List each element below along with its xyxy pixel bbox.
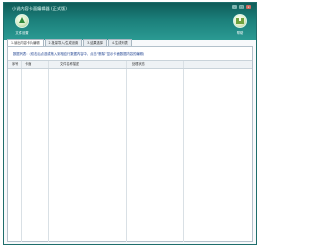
title-bar: 小说内容卡面编辑器 (正式版) - □ x 文件设置 帮助 [4,3,256,40]
file-settings-label: 文件设置 [15,31,29,35]
minimize-button[interactable]: - [232,5,237,9]
col-header-status[interactable]: 处理状态 [132,61,145,68]
column-divider [48,69,49,242]
list-instructions: 数据列表：(双击后点选或拖入到相应行数据内容中，点击“删除”显示卡面数据内容的编… [13,52,145,56]
maximize-button[interactable]: □ [239,5,244,9]
data-table[interactable]: 序号 卡面 文件名称描述 处理状态 [8,60,252,242]
tab-batch-import[interactable]: 2.批量导入/生成设置 [44,39,83,46]
main-panel: 数据列表：(双击后点选或拖入到相应行数据内容中，点击“删除”显示卡面数据内容的编… [7,46,253,242]
col-header-index[interactable]: 序号 [12,61,18,68]
col-header-file-desc[interactable]: 文件名称描述 [60,61,79,68]
table-header: 序号 卡面 文件名称描述 处理状态 [8,61,252,69]
column-divider [126,69,127,242]
tab-bar: 1.读出内容卡片编辑 2.批量导入/生成设置 3.结果选择 4.生成列表 [7,39,132,47]
column-divider [48,61,49,68]
cart-icon [233,14,247,28]
column-divider [183,69,184,242]
window-title: 小说内容卡面编辑器 (正式版) [12,6,67,11]
file-settings-button[interactable]: 文件设置 [6,14,38,38]
column-divider [126,61,127,68]
app-window: 小说内容卡面编辑器 (正式版) - □ x 文件设置 帮助 1.读出内容卡片编辑… [3,2,257,245]
column-divider [21,69,22,242]
close-button[interactable]: x [246,5,251,9]
window-controls: - □ x [232,5,251,9]
column-divider [183,61,184,68]
col-header-card[interactable]: 卡面 [25,61,31,68]
column-divider [21,61,22,68]
leaf-arrow-icon [15,14,29,28]
help-label: 帮助 [236,31,244,35]
help-button[interactable]: 帮助 [224,14,256,38]
tab-results[interactable]: 3.结果选择 [83,39,107,46]
table-body[interactable] [8,69,252,242]
tab-output-list[interactable]: 4.生成列表 [107,39,132,46]
